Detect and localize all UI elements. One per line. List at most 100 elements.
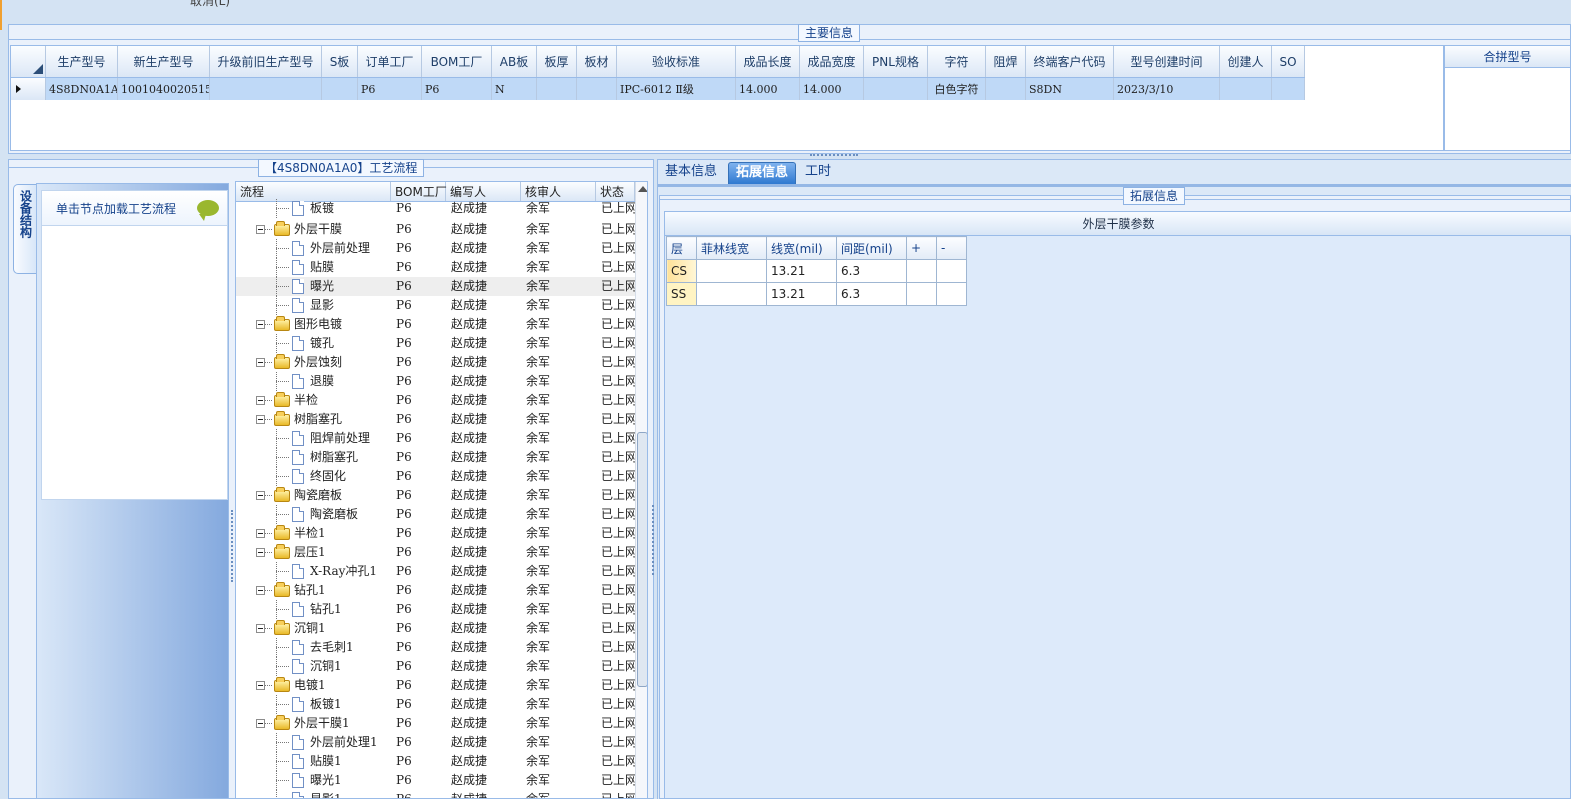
cell-character[interactable]: 白色字符 bbox=[928, 78, 986, 100]
side-splitter-handle[interactable] bbox=[231, 510, 234, 582]
parameter-remove-button[interactable]: - bbox=[936, 236, 967, 260]
middle-splitter-handle[interactable] bbox=[652, 505, 655, 575]
column-product-width[interactable]: 成品宽度 bbox=[800, 46, 864, 77]
column-so[interactable]: SO bbox=[1272, 46, 1305, 77]
parameter-space-cell[interactable]: 6.3 bbox=[836, 259, 907, 283]
cell-created-time[interactable]: 2023/3/10 bbox=[1114, 78, 1220, 100]
cell-creator[interactable] bbox=[1220, 78, 1272, 100]
tree-row[interactable]: 曝光 P6 赵成捷 余军 已上网 bbox=[236, 277, 635, 296]
column-solder-mask[interactable]: 阻焊 bbox=[986, 46, 1026, 77]
tree-row[interactable]: 外层干膜 P6 赵成捷 余军 已上网 bbox=[236, 220, 635, 239]
cell-pnl-spec[interactable] bbox=[864, 78, 928, 100]
collapse-toggle-icon[interactable] bbox=[256, 320, 265, 329]
collapse-toggle-icon[interactable] bbox=[256, 491, 265, 500]
tree-row[interactable]: 图形电镀 P6 赵成捷 余军 已上网 bbox=[236, 315, 635, 334]
collapse-toggle-icon[interactable] bbox=[256, 396, 265, 405]
tree-row[interactable]: 贴膜 P6 赵成捷 余军 已上网 bbox=[236, 258, 635, 277]
column-board-thickness[interactable]: 板厚 bbox=[537, 46, 577, 77]
collapse-toggle-icon[interactable] bbox=[256, 529, 265, 538]
tree-row[interactable]: 树脂塞孔 P6 赵成捷 余军 已上网 bbox=[236, 448, 635, 467]
tree-row[interactable]: 板镀 P6 赵成捷 余军 已上网 bbox=[236, 199, 635, 218]
equipment-structure-tab[interactable]: 设备结构 bbox=[13, 184, 38, 274]
tree-row[interactable]: 沉铜1 P6 赵成捷 余军 已上网 bbox=[236, 619, 635, 638]
tree-row[interactable]: 树脂塞孔 P6 赵成捷 余军 已上网 bbox=[236, 410, 635, 429]
main-info-grid[interactable]: 生产型号 新生产型号 升级前旧生产型号 S板 订单工厂 BOM工厂 AB板 板厚… bbox=[10, 45, 1444, 151]
cell-board-material[interactable] bbox=[577, 78, 617, 100]
node-hint-header[interactable]: 单击节点加载工艺流程 bbox=[42, 191, 227, 226]
tree-row[interactable]: 板镀1 P6 赵成捷 余军 已上网 bbox=[236, 695, 635, 714]
collapse-toggle-icon[interactable] bbox=[256, 548, 265, 557]
tree-row[interactable]: 终固化 P6 赵成捷 余军 已上网 bbox=[236, 467, 635, 486]
column-acceptance-standard[interactable]: 验收标准 bbox=[617, 46, 736, 77]
grid-corner-selector[interactable] bbox=[11, 46, 46, 77]
tree-row[interactable]: 显影 P6 赵成捷 余军 已上网 bbox=[236, 296, 635, 315]
parameter-row-cs[interactable]: CS 13.21 6.3 bbox=[666, 259, 967, 283]
tree-row[interactable]: 钻孔1 P6 赵成捷 余军 已上网 bbox=[236, 581, 635, 600]
tree-row[interactable]: 沉铜1 P6 赵成捷 余军 已上网 bbox=[236, 657, 635, 676]
column-new-product-model[interactable]: 新生产型号 bbox=[118, 46, 210, 77]
cell-product-width[interactable]: 14.000 bbox=[800, 78, 864, 100]
tab-extension-info[interactable]: 拓展信息 bbox=[728, 162, 797, 185]
column-bom-factory[interactable]: BOM工厂 bbox=[422, 46, 492, 77]
tree-row[interactable]: 贴膜1 P6 赵成捷 余军 已上网 bbox=[236, 752, 635, 771]
cell-ab-board[interactable]: N bbox=[492, 78, 537, 100]
tree-row[interactable]: 半检 P6 赵成捷 余军 已上网 bbox=[236, 391, 635, 410]
outer-dry-film-parameter-table[interactable]: 层 菲林线宽 线宽(mil) 间距(mil) + - CS 13.21 6.3 … bbox=[666, 236, 967, 306]
column-customer-code[interactable]: 终端客户代码 bbox=[1026, 46, 1114, 77]
cell-solder-mask[interactable] bbox=[986, 78, 1026, 100]
parameter-column-line-width[interactable]: 线宽(mil) bbox=[766, 236, 837, 260]
cell-customer-code[interactable]: S8DN bbox=[1026, 78, 1114, 100]
merged-model-header[interactable]: 合拼型号 bbox=[1445, 46, 1570, 68]
cell-acceptance-standard[interactable]: IPC-6012 Ⅱ级 bbox=[617, 78, 736, 100]
scroll-thumb[interactable] bbox=[637, 432, 647, 687]
tab-work-hours[interactable]: 工时 bbox=[798, 162, 838, 185]
tab-basic-info[interactable]: 基本信息 bbox=[658, 162, 724, 185]
parameter-add-button[interactable]: + bbox=[906, 236, 937, 260]
merged-model-grid[interactable]: 合拼型号 bbox=[1444, 45, 1571, 151]
column-product-model[interactable]: 生产型号 bbox=[46, 46, 118, 77]
tree-row[interactable]: 外层干膜1 P6 赵成捷 余军 已上网 bbox=[236, 714, 635, 733]
tree-row[interactable]: 钻孔1 P6 赵成捷 余军 已上网 bbox=[236, 600, 635, 619]
tree-row[interactable]: 外层前处理 P6 赵成捷 余军 已上网 bbox=[236, 239, 635, 258]
tree-row[interactable]: X-Ray冲孔1 P6 赵成捷 余军 已上网 bbox=[236, 562, 635, 581]
column-board-material[interactable]: 板材 bbox=[577, 46, 617, 77]
parameter-film-cell[interactable] bbox=[696, 259, 767, 283]
tree-row[interactable]: 外层蚀刻 P6 赵成捷 余军 已上网 bbox=[236, 353, 635, 372]
column-product-length[interactable]: 成品长度 bbox=[736, 46, 800, 77]
parameter-film-cell[interactable] bbox=[696, 282, 767, 306]
parameter-line-cell[interactable]: 13.21 bbox=[766, 259, 837, 283]
tree-row[interactable]: 陶瓷磨板 P6 赵成捷 余军 已上网 bbox=[236, 486, 635, 505]
collapse-toggle-icon[interactable] bbox=[256, 681, 265, 690]
parameter-space-cell[interactable]: 6.3 bbox=[836, 282, 907, 306]
parameter-column-film-width[interactable]: 菲林线宽 bbox=[696, 236, 767, 260]
collapse-toggle-icon[interactable] bbox=[256, 586, 265, 595]
parameter-plus-cell[interactable] bbox=[906, 282, 937, 306]
cell-order-factory[interactable]: P6 bbox=[358, 78, 422, 100]
tree-row[interactable]: 显影1 P6 赵成捷 余军 已上网 bbox=[236, 790, 635, 798]
column-creator[interactable]: 创建人 bbox=[1220, 46, 1272, 77]
column-ab-board[interactable]: AB板 bbox=[492, 46, 537, 77]
tree-row[interactable]: 镀孔 P6 赵成捷 余军 已上网 bbox=[236, 334, 635, 353]
parameter-plus-cell[interactable] bbox=[906, 259, 937, 283]
cell-product-length[interactable]: 14.000 bbox=[736, 78, 800, 100]
tree-row[interactable]: 半检1 P6 赵成捷 余军 已上网 bbox=[236, 524, 635, 543]
scroll-up-icon[interactable] bbox=[638, 186, 647, 192]
cell-s-board[interactable] bbox=[322, 78, 358, 100]
cell-board-thickness[interactable] bbox=[537, 78, 577, 100]
collapse-toggle-icon[interactable] bbox=[256, 719, 265, 728]
cell-bom-factory[interactable]: P6 bbox=[422, 78, 492, 100]
column-created-time[interactable]: 型号创建时间 bbox=[1114, 46, 1220, 77]
process-tree-grid[interactable]: 流程 BOM工厂 编写人 核审人 状态 板镀 P6 赵成捷 余军 已上网 外层干膜 P6 赵成… bbox=[235, 181, 648, 799]
parameter-layer-cell[interactable]: SS bbox=[666, 282, 697, 306]
tree-row[interactable]: 退膜 P6 赵成捷 余军 已上网 bbox=[236, 372, 635, 391]
tree-row[interactable]: 曝光1 P6 赵成捷 余军 已上网 bbox=[236, 771, 635, 790]
column-s-board[interactable]: S板 bbox=[322, 46, 358, 77]
cell-new-product-model[interactable]: 10010400205156 bbox=[118, 78, 210, 100]
parameter-layer-cell[interactable]: CS bbox=[666, 259, 697, 283]
horizontal-splitter-handle[interactable] bbox=[810, 154, 858, 158]
tree-row[interactable]: 阻焊前处理 P6 赵成捷 余军 已上网 bbox=[236, 429, 635, 448]
process-tree-scrollbar[interactable] bbox=[635, 182, 647, 798]
column-character[interactable]: 字符 bbox=[928, 46, 986, 77]
column-old-product-model[interactable]: 升级前旧生产型号 bbox=[210, 46, 322, 77]
main-info-row[interactable]: 4S8DN0A1A0 10010400205156 P6 P6 N IPC-60… bbox=[11, 78, 1305, 100]
